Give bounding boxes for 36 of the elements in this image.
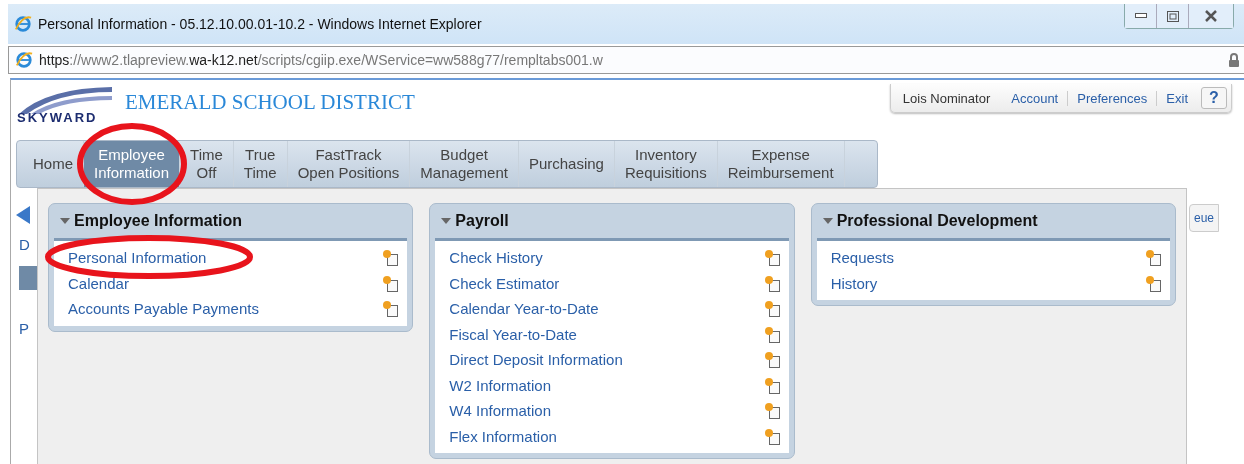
menu-link[interactable]: Fiscal Year-to-Date [449, 325, 577, 343]
panel-heading: Professional Development [836, 212, 1038, 230]
nav-tab[interactable]: Budget Management [410, 141, 519, 187]
partial-text: D [19, 236, 30, 253]
panel-heading: Payroll [455, 212, 509, 230]
nav-link[interactable]: Exit [1156, 90, 1197, 106]
nav-tab[interactable]: True Time [233, 141, 288, 187]
nav-link[interactable]: Account [1002, 90, 1068, 106]
menu-link[interactable]: Requests [830, 249, 895, 267]
user-name: Lois Nominator [902, 90, 991, 106]
url-text: https://www2.tlapreview.wa-k12.net/scripts/cgiip.exe/WService=ww588g77/rempltabs001.w [39, 52, 603, 68]
menu-link[interactable]: Check History [449, 249, 543, 267]
menu-link[interactable]: Calendar Year-to-Date [449, 300, 599, 318]
nav-tab[interactable]: Expense Reimbursement [717, 141, 845, 187]
menu-link[interactable]: W4 Information [449, 402, 552, 420]
logo-text: SKYWARD [17, 110, 99, 125]
nav-tab[interactable]: Inventory Requisitions [614, 141, 718, 187]
nav-tab[interactable]: Employee Information [84, 141, 181, 187]
panel-heading: Employee Information [74, 212, 243, 230]
nav-tab[interactable]: Time Off [180, 141, 234, 187]
address-bar[interactable]: https://www2.tlapreview.wa-k12.net/scripts/cgiip.exe/WService=ww588g77/rempltabs001.w [8, 46, 1244, 74]
menu-link[interactable]: Calendar [68, 274, 129, 292]
help-button[interactable]: ? [1201, 87, 1227, 109]
nav-tab[interactable]: FastTrack Open Positions [287, 141, 411, 187]
queue-button[interactable]: eue [1189, 204, 1220, 232]
menu-link[interactable]: W2 Information [449, 376, 552, 394]
menu-link[interactable]: Check Estimator [449, 274, 560, 292]
nav-link[interactable]: Preferences [1067, 90, 1157, 106]
menu-link[interactable]: Accounts Payable Payments [68, 300, 259, 318]
menu-link[interactable]: History [830, 274, 878, 292]
menu-link[interactable]: Direct Deposit Information [449, 351, 623, 369]
partial-text: P [19, 320, 29, 337]
window-title: Personal Information - 05.12.10.00.01-10.2 - Windows Internet Explorer [38, 16, 482, 32]
district-name: EMERALD SCHOOL DISTRICT [125, 90, 415, 115]
menu-link[interactable]: Flex Information [449, 427, 557, 445]
nav-tab[interactable]: Purchasing [518, 141, 615, 187]
